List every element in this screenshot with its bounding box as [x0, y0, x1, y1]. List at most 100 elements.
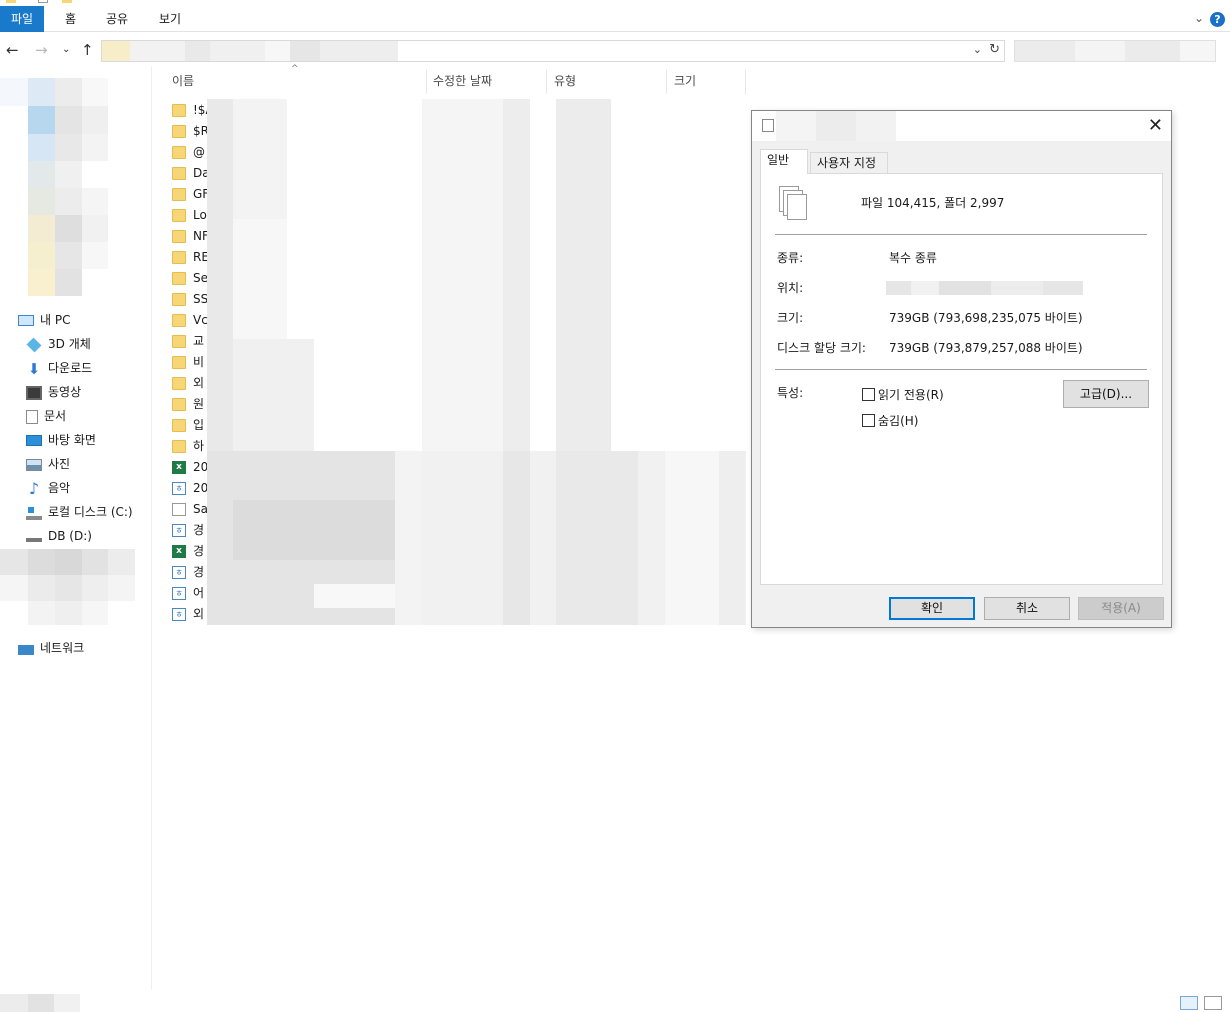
hwp-icon: ㅎ: [172, 587, 186, 600]
properties-dialog: ✕ 일반 사용자 지정 파일 104,415, 폴더 2,997 종류: 복수 …: [751, 110, 1172, 628]
folder-icon: [172, 377, 186, 390]
folder-row[interactable]: 하: [172, 436, 204, 457]
general-panel: 파일 104,415, 폴더 2,997 종류: 복수 종류 위치: 크기: 7…: [760, 173, 1163, 585]
forward-icon[interactable]: →: [35, 41, 48, 59]
file-row[interactable]: ㅎ어: [172, 583, 204, 604]
sidebar-item-documents[interactable]: 문서: [26, 405, 66, 427]
column-header-name[interactable]: 이름: [172, 68, 194, 94]
column-separator[interactable]: [666, 70, 667, 94]
column-separator[interactable]: [426, 70, 427, 94]
folder-icon: [172, 398, 186, 411]
sidebar-item-desktop[interactable]: 바탕 화면: [26, 429, 96, 451]
sidebar-item-videos[interactable]: 동영상: [26, 381, 81, 403]
sidebar-item-label: 음악: [48, 481, 71, 495]
file-row[interactable]: ㅎ경: [172, 562, 204, 583]
file-row[interactable]: x경: [172, 541, 204, 562]
folder-icon: [172, 104, 186, 117]
sidebar-item-pictures[interactable]: 사진: [26, 453, 70, 475]
readonly-checkbox[interactable]: 읽기 전용(R): [862, 386, 944, 403]
column-separator[interactable]: [745, 70, 746, 94]
folder-row[interactable]: Vc: [172, 310, 208, 331]
sidebar-item-network[interactable]: 네트워크: [18, 637, 84, 659]
file-row[interactable]: x 20: [172, 457, 208, 478]
tab-view[interactable]: 보기: [159, 6, 181, 32]
column-header-date-modified[interactable]: 수정한 날짜: [433, 68, 492, 94]
tab-home[interactable]: 홈: [65, 6, 76, 32]
tab-file[interactable]: 파일: [0, 6, 44, 32]
navigation-pane[interactable]: 내 PC 3D 개체 ⬇ 다운로드 동영상 문서 바탕 화면 사진 ♪ 음악 로컬 …: [0, 66, 152, 1012]
folder-row[interactable]: GF: [172, 184, 209, 205]
sidebar-item-this-pc[interactable]: 내 PC: [18, 309, 70, 331]
xlsx-icon: x: [172, 461, 186, 474]
folder-row[interactable]: 비: [172, 352, 204, 373]
multiple-files-icon: [779, 186, 811, 224]
drive-icon: [26, 532, 42, 542]
tab-general[interactable]: 일반: [760, 149, 808, 174]
ribbon: 파일 홈 공유 보기 ⌄ ?: [0, 6, 1230, 32]
hidden-label: 숨김(H): [878, 414, 919, 428]
file-name: 하: [193, 439, 205, 453]
search-box[interactable]: [1014, 40, 1216, 62]
file-row[interactable]: ㅎ 20: [172, 478, 208, 499]
close-icon[interactable]: ✕: [1148, 115, 1163, 136]
column-header-size[interactable]: 크기: [674, 68, 696, 94]
large-icons-view-icon[interactable]: [1204, 996, 1222, 1010]
dialog-title-bar[interactable]: ✕: [752, 111, 1171, 141]
file-name: Vc: [193, 313, 208, 327]
folder-row[interactable]: 외: [172, 373, 204, 394]
column-separator[interactable]: [546, 70, 547, 94]
folder-row[interactable]: SS: [172, 289, 208, 310]
address-dropdown-icon[interactable]: ⌄: [973, 43, 982, 56]
details-view-icon[interactable]: [1180, 996, 1198, 1010]
sidebar-item-downloads[interactable]: ⬇ 다운로드: [26, 357, 92, 379]
folder-row[interactable]: Lo: [172, 205, 207, 226]
size-on-disk-label: 디스크 할당 크기:: [777, 341, 866, 355]
tab-share[interactable]: 공유: [106, 6, 128, 32]
apply-button[interactable]: 적용(A): [1078, 597, 1164, 620]
refresh-icon[interactable]: ↻: [989, 42, 1000, 57]
ribbon-expand-icon[interactable]: ⌄: [1194, 11, 1204, 25]
folder-row[interactable]: Se: [172, 268, 208, 289]
advanced-button[interactable]: 고급(D)...: [1063, 380, 1149, 408]
cancel-button[interactable]: 취소: [984, 597, 1070, 620]
files-icon: [762, 119, 774, 132]
sidebar-item-db-d[interactable]: DB (D:): [26, 525, 92, 547]
folder-icon: [6, 0, 16, 3]
size-value: 739GB (793,698,235,075 바이트): [889, 311, 1083, 325]
folder-icon: [172, 335, 186, 348]
sidebar-item-music[interactable]: ♪ 음악: [26, 477, 70, 499]
address-bar[interactable]: ⌄ ↻: [101, 40, 1005, 62]
file-row[interactable]: ㅎ경: [172, 520, 204, 541]
attributes-label: 특성:: [777, 386, 804, 400]
back-icon[interactable]: ←: [6, 41, 19, 59]
hidden-checkbox[interactable]: 숨김(H): [862, 412, 918, 429]
file-row[interactable]: ㅎ외: [172, 604, 204, 625]
help-icon[interactable]: ?: [1210, 12, 1225, 27]
column-header-type[interactable]: 유형: [554, 68, 576, 94]
recent-locations-icon[interactable]: ⌄: [62, 44, 70, 55]
folder-icon: [172, 251, 186, 264]
ok-button[interactable]: 확인: [889, 597, 975, 620]
folder-icon: [172, 230, 186, 243]
tab-customize[interactable]: 사용자 지정: [810, 152, 888, 173]
file-row[interactable]: Sa: [172, 499, 208, 520]
document-icon: [26, 409, 38, 424]
up-icon[interactable]: ↑: [81, 41, 94, 59]
sidebar-item-3d-objects[interactable]: 3D 개체: [26, 333, 91, 355]
folder-row[interactable]: 교: [172, 331, 204, 352]
film-icon: [26, 385, 42, 400]
sidebar-item-local-disk-c[interactable]: 로컬 디스크 (C:): [26, 501, 133, 523]
checkbox-icon: [862, 414, 875, 427]
folder-row[interactable]: 원: [172, 394, 204, 415]
size-on-disk-value: 739GB (793,879,257,088 바이트): [889, 341, 1083, 355]
divider: [775, 234, 1147, 235]
folder-row[interactable]: @: [172, 142, 205, 163]
file-name: Sa: [193, 502, 208, 516]
folder-row[interactable]: Da: [172, 163, 210, 184]
cube-icon: [26, 337, 42, 352]
folder-row[interactable]: RE: [172, 247, 209, 268]
folder-row[interactable]: 입: [172, 415, 204, 436]
folder-icon: [172, 272, 186, 285]
folder-row[interactable]: $R: [172, 121, 209, 142]
folder-row[interactable]: NF: [172, 226, 209, 247]
